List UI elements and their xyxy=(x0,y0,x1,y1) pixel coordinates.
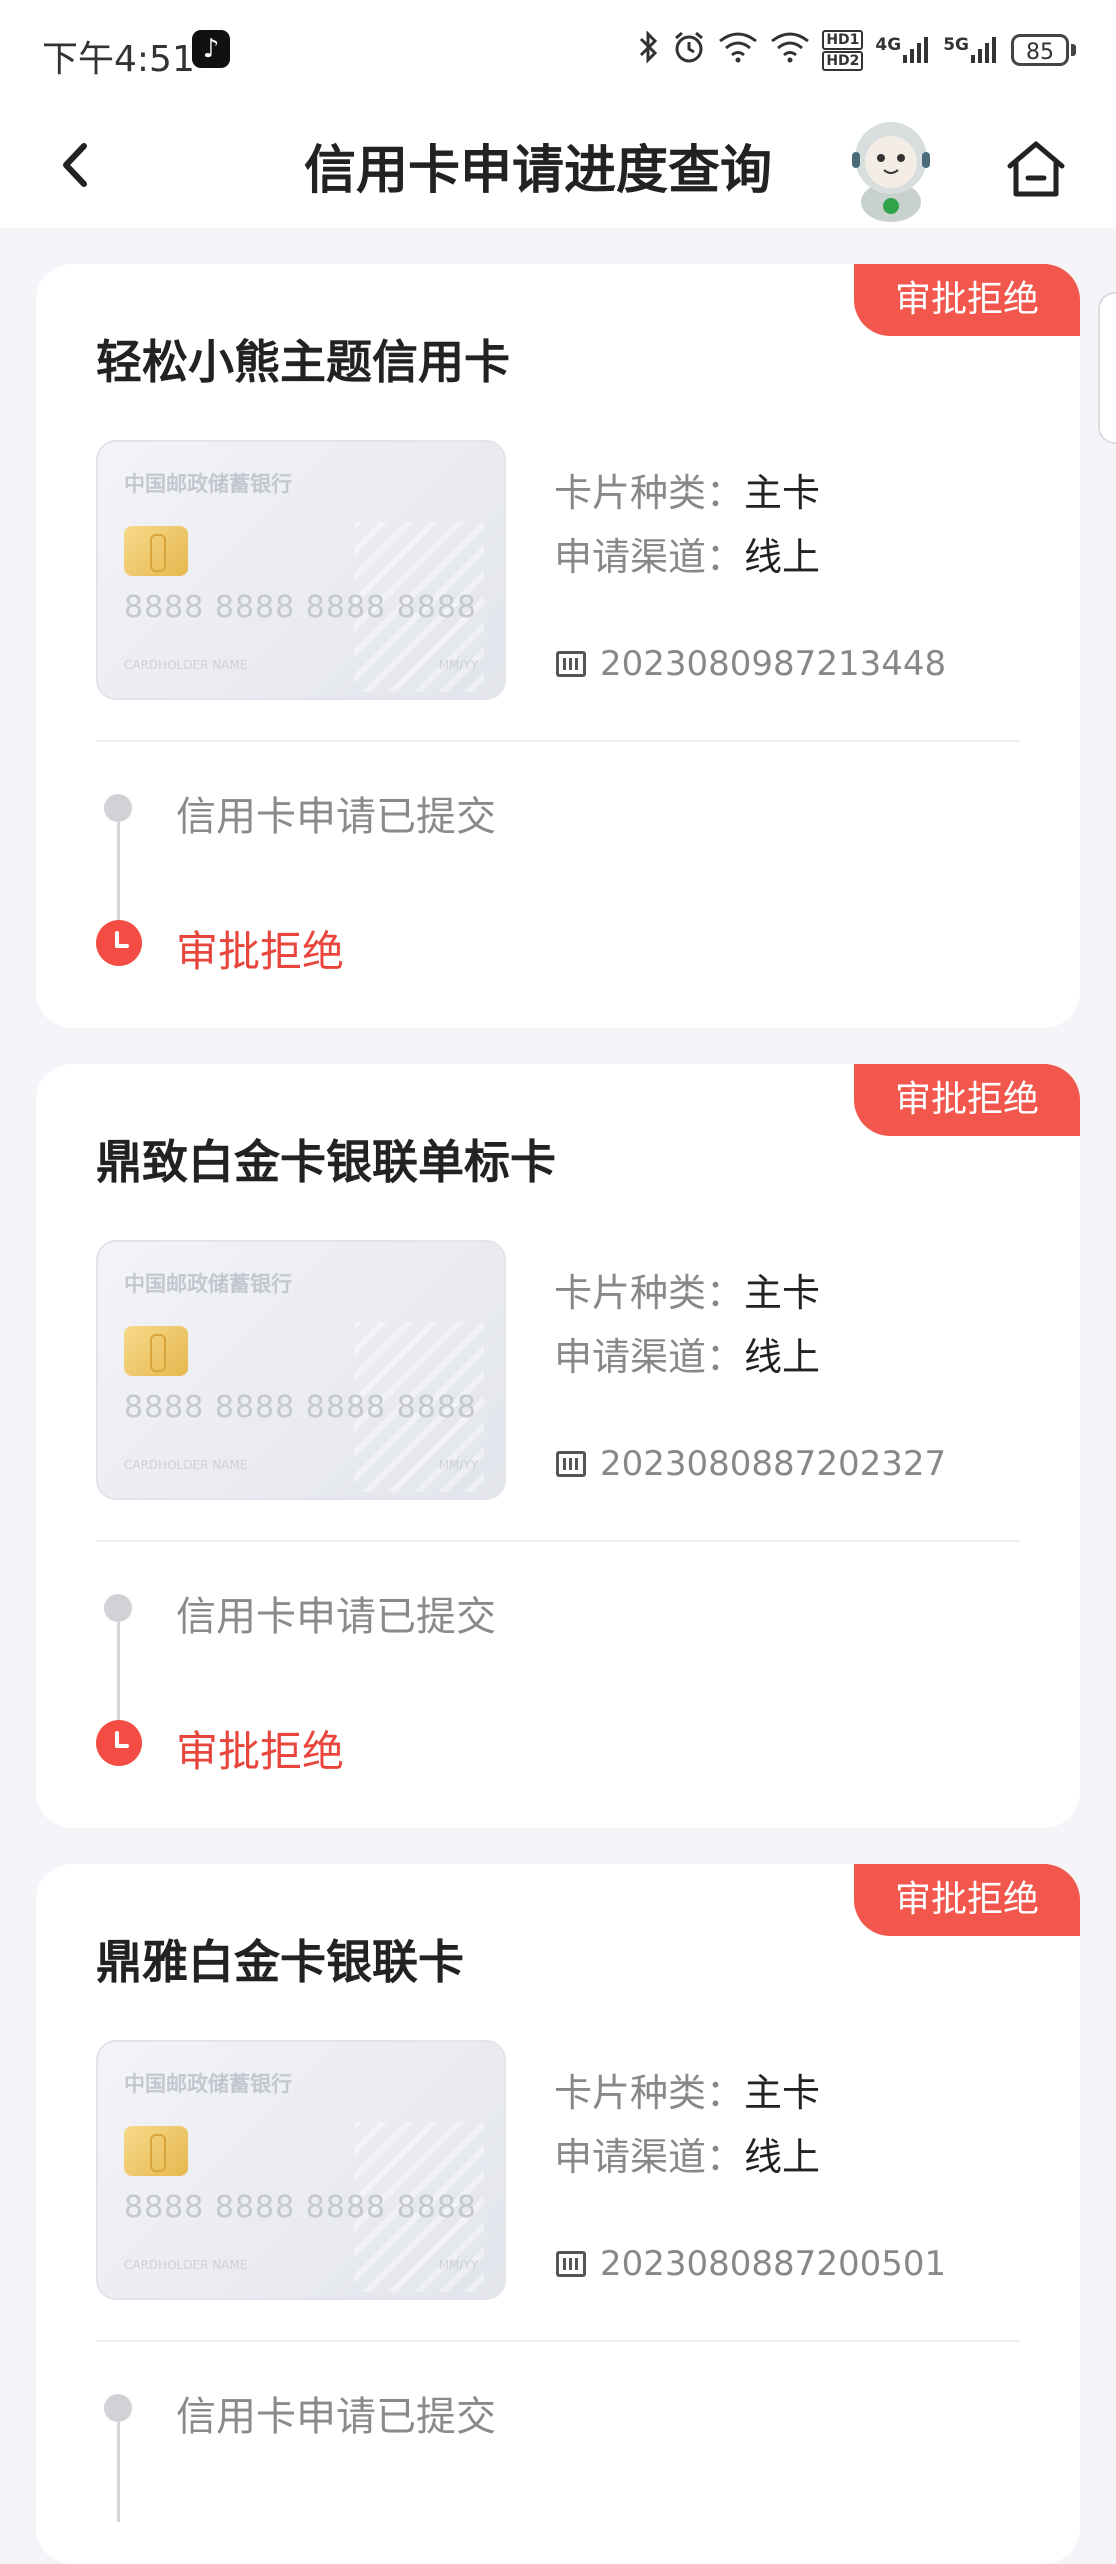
application-card[interactable]: 审批拒绝 鼎雅白金卡银联卡 中国邮政储蓄银行 8888 8888 8888 88… xyxy=(36,1864,1080,2564)
channel-row: 申请渠道：线上 xyxy=(554,1335,821,1379)
card-image-bank: 中国邮政储蓄银行 xyxy=(124,1272,292,1296)
wifi-icon-2 xyxy=(770,31,810,70)
home-button[interactable] xyxy=(1000,132,1072,204)
tiktok-icon: ♪ xyxy=(192,30,230,68)
chip-icon xyxy=(124,2126,188,2176)
signal-4g: 4G xyxy=(875,35,931,65)
application-number-row: 2023080887200501 xyxy=(556,2244,946,2284)
timeline-step-rejected: 审批拒绝 xyxy=(176,927,345,976)
timeline-line xyxy=(117,2422,120,2522)
card-image-valid: MM/YY xyxy=(438,658,478,672)
status-bar: 下午4:51 ♪ HD1 HD2 4G 5G 85 xyxy=(0,0,1116,100)
card-image-valid: MM/YY xyxy=(438,2258,478,2272)
status-badge: 审批拒绝 xyxy=(854,1864,1080,1936)
card-image-holder: CARDHOLDER NAME xyxy=(124,1458,248,1472)
card-image-number: 8888 8888 8888 8888 xyxy=(124,1390,477,1425)
divider xyxy=(96,1540,1020,1542)
status-badge: 审批拒绝 xyxy=(854,264,1080,336)
application-number: 2023080987213448 xyxy=(600,644,947,684)
card-product-name: 鼎雅白金卡银联卡 xyxy=(96,1935,464,1989)
application-card[interactable]: 审批拒绝 鼎致白金卡银联单标卡 中国邮政储蓄银行 8888 8888 8888 … xyxy=(36,1064,1080,1828)
card-type-value: 主卡 xyxy=(744,471,821,515)
hd-indicator: HD1 HD2 xyxy=(822,29,864,71)
alarm-icon xyxy=(672,30,706,71)
clock-icon xyxy=(96,920,142,966)
application-number-row: 2023080887202327 xyxy=(556,1444,946,1484)
barcode-icon xyxy=(556,2251,586,2277)
card-image-valid: MM/YY xyxy=(438,1458,478,1472)
timeline-dot-icon xyxy=(104,1594,132,1622)
divider xyxy=(96,2340,1020,2342)
divider xyxy=(96,740,1020,742)
card-type-row: 卡片种类：主卡 xyxy=(554,1271,821,1315)
bluetooth-icon xyxy=(638,29,660,71)
channel-value: 线上 xyxy=(744,2135,821,2179)
card-image: 中国邮政储蓄银行 8888 8888 8888 8888 CARDHOLDER … xyxy=(96,1240,506,1500)
card-image: 中国邮政储蓄银行 8888 8888 8888 8888 CARDHOLDER … xyxy=(96,2040,506,2300)
side-drawer-handle[interactable] xyxy=(1098,292,1116,444)
barcode-icon xyxy=(556,1451,586,1477)
card-type-row: 卡片种类：主卡 xyxy=(554,2071,821,2115)
timeline-step-rejected: 审批拒绝 xyxy=(176,1727,345,1776)
nav-bar: 信用卡申请进度查询 xyxy=(0,100,1116,228)
application-number: 2023080887202327 xyxy=(600,1444,947,1484)
timeline-dot-icon xyxy=(104,794,132,822)
clock-icon xyxy=(96,1720,142,1766)
channel-value: 线上 xyxy=(744,535,821,579)
timeline-step-submitted: 信用卡申请已提交 xyxy=(176,2394,496,2440)
application-number: 2023080887200501 xyxy=(600,2244,947,2284)
mascot-assistant-icon[interactable] xyxy=(846,110,936,222)
card-type-row: 卡片种类：主卡 xyxy=(554,471,821,515)
battery-icon: 85 xyxy=(1011,34,1076,66)
card-image-holder: CARDHOLDER NAME xyxy=(124,2258,248,2272)
status-icons: HD1 HD2 4G 5G 85 xyxy=(638,28,1076,72)
card-image-holder: CARDHOLDER NAME xyxy=(124,658,248,672)
wifi-icon xyxy=(718,31,758,70)
timeline-step-submitted: 信用卡申请已提交 xyxy=(176,1594,496,1640)
card-type-value: 主卡 xyxy=(744,1271,821,1315)
barcode-icon xyxy=(556,651,586,677)
card-product-name: 轻松小熊主题信用卡 xyxy=(96,335,510,389)
chip-icon xyxy=(124,1326,188,1376)
card-image-number: 8888 8888 8888 8888 xyxy=(124,590,477,625)
channel-value: 线上 xyxy=(744,1335,821,1379)
channel-row: 申请渠道：线上 xyxy=(554,535,821,579)
application-number-row: 2023080987213448 xyxy=(556,644,946,684)
signal-5g: 5G xyxy=(943,35,999,65)
timeline-line xyxy=(117,822,120,922)
timeline-dot-icon xyxy=(104,2394,132,2422)
home-icon xyxy=(1007,141,1065,197)
application-card[interactable]: 审批拒绝 轻松小熊主题信用卡 中国邮政储蓄银行 8888 8888 8888 8… xyxy=(36,264,1080,1028)
card-image-bank: 中国邮政储蓄银行 xyxy=(124,2072,292,2096)
chip-icon xyxy=(124,526,188,576)
card-image: 中国邮政储蓄银行 8888 8888 8888 8888 CARDHOLDER … xyxy=(96,440,506,700)
status-badge: 审批拒绝 xyxy=(854,1064,1080,1136)
card-type-value: 主卡 xyxy=(744,2071,821,2115)
timeline-line xyxy=(117,1622,120,1722)
card-product-name: 鼎致白金卡银联单标卡 xyxy=(96,1135,556,1189)
timeline-step-submitted: 信用卡申请已提交 xyxy=(176,794,496,840)
channel-row: 申请渠道：线上 xyxy=(554,2135,821,2179)
card-image-number: 8888 8888 8888 8888 xyxy=(124,2190,477,2225)
card-image-bank: 中国邮政储蓄银行 xyxy=(124,472,292,496)
status-time: 下午4:51 xyxy=(42,39,195,80)
